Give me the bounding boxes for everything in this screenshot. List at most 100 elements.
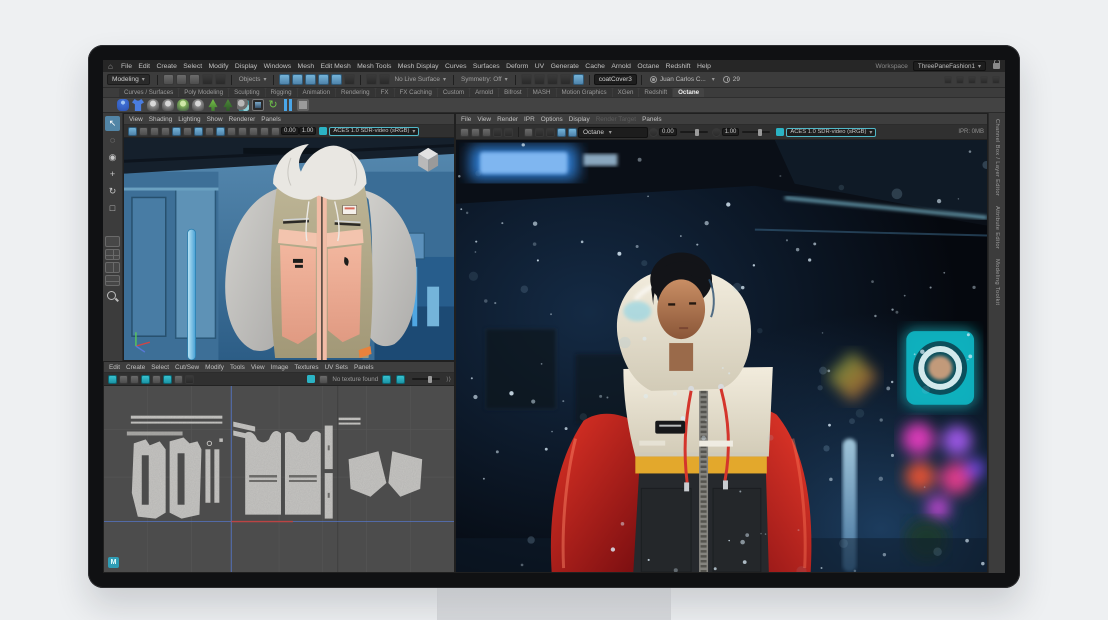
render-1to1-icon[interactable] — [546, 128, 555, 137]
menu-mesh-tools[interactable]: Mesh Tools — [354, 63, 395, 70]
shelf-tab-fx-caching[interactable]: FX Caching — [395, 88, 437, 97]
lasso-select-tool-icon[interactable]: ◌ — [105, 133, 120, 148]
shelf-tab-animation[interactable]: Animation — [298, 88, 336, 97]
menu-mesh-display[interactable]: Mesh Display — [395, 63, 442, 70]
toggle-outliner-icon[interactable] — [980, 76, 988, 84]
render-clear-icon[interactable] — [504, 128, 513, 137]
scale-tool-icon[interactable]: □ — [105, 201, 120, 216]
render-gear-icon[interactable] — [649, 128, 658, 137]
shadows-icon[interactable] — [249, 127, 258, 136]
viewport-menu-renderer[interactable]: Renderer — [229, 116, 256, 123]
shelf-tab-octane[interactable]: Octane — [673, 88, 704, 97]
uv-menu-image[interactable]: Image — [271, 364, 289, 371]
menu-file[interactable]: File — [118, 63, 135, 70]
paint-select-tool-icon[interactable]: ◉ — [105, 150, 120, 165]
account-menu[interactable]: Juan Carlos C... — [650, 76, 715, 83]
toggle-channelbox-icon[interactable] — [944, 76, 952, 84]
uv-menu-select[interactable]: Select — [151, 364, 169, 371]
menu-deform[interactable]: Deform — [503, 63, 532, 70]
uv-menu-cut-sew[interactable]: Cut/Sew — [175, 364, 199, 371]
symmetry-selector[interactable]: Symmetry: Off — [461, 76, 508, 83]
live-surface-indicator[interactable]: No Live Surface — [394, 76, 445, 83]
snap-curve-icon[interactable] — [292, 74, 303, 85]
snap-point-icon[interactable] — [305, 74, 316, 85]
shelf-tab-custom[interactable]: Custom — [438, 88, 469, 97]
colormgmt-checkbox-icon[interactable] — [319, 127, 327, 135]
select-camera-icon[interactable] — [128, 127, 137, 136]
open-scene-icon[interactable] — [176, 74, 187, 85]
render-exposure-field[interactable]: 0.00 — [659, 128, 677, 136]
shelf-tab-bifrost[interactable]: Bifrost — [499, 88, 527, 97]
2d-pan-zoom-icon[interactable] — [183, 127, 192, 136]
menu-modify[interactable]: Modify — [205, 63, 231, 70]
renderer-selector[interactable]: Octane — [578, 127, 648, 138]
scatter-tree-icon[interactable] — [222, 99, 234, 111]
render-view-transform-selector[interactable]: ACES 1.0 SDR-video (sRGB) — [786, 128, 876, 137]
uv-menu-tools[interactable]: Tools — [230, 364, 245, 371]
refresh-render-icon[interactable]: ↻ — [267, 99, 279, 111]
snap-surface-icon[interactable] — [331, 74, 342, 85]
render-region-icon[interactable] — [297, 99, 309, 111]
sidebar-tab-channel-box-layer-editor[interactable]: Channel Box / Layer Editor — [994, 119, 1000, 196]
menu-edit[interactable]: Edit — [135, 63, 153, 70]
select-tool-icon[interactable]: ↖ — [105, 116, 120, 131]
uv-menu-view[interactable]: View — [251, 364, 265, 371]
render-open-icon[interactable] — [482, 128, 491, 137]
menu-display[interactable]: Display — [232, 63, 261, 70]
open-render-view-icon[interactable] — [379, 74, 390, 85]
menu-redshift[interactable]: Redshift — [662, 63, 693, 70]
menu-curves[interactable]: Curves — [442, 63, 470, 70]
uv-texture-swatch-icon[interactable] — [319, 375, 328, 384]
lock-camera-icon[interactable] — [139, 127, 148, 136]
menu-select[interactable]: Select — [180, 63, 205, 70]
viewport-render-icon[interactable] — [573, 74, 584, 85]
menu-edit-mesh[interactable]: Edit Mesh — [317, 63, 354, 70]
isolate-select-icon[interactable] — [194, 127, 203, 136]
uv-checker-icon[interactable] — [382, 375, 391, 384]
render-menu[interactable]: File — [461, 116, 471, 123]
workspace-selector[interactable]: ThreePaneFashion1 — [913, 61, 986, 71]
uv-rotate-icon[interactable] — [130, 375, 139, 384]
render-start-icon[interactable] — [524, 128, 533, 137]
hypershade-icon[interactable] — [560, 74, 571, 85]
wireframe-icon[interactable] — [205, 127, 214, 136]
vegetation-icon[interactable] — [207, 99, 219, 111]
undo-icon[interactable] — [202, 74, 213, 85]
shelf-tab-curves-surfaces[interactable]: Curves / Surfaces — [119, 88, 178, 97]
menu-generate[interactable]: Generate — [547, 63, 582, 70]
menu-uv[interactable]: UV — [532, 63, 548, 70]
move-tool-icon[interactable]: + — [105, 167, 120, 182]
view-transform-selector[interactable]: ACES 1.0 SDR-video (sRGB) — [329, 127, 419, 136]
menu-windows[interactable]: Windows — [260, 63, 294, 70]
render-contrast-icon[interactable] — [712, 128, 721, 137]
ipr-render-icon[interactable] — [534, 74, 545, 85]
render-save-icon[interactable] — [460, 128, 469, 137]
save-scene-icon[interactable] — [189, 74, 200, 85]
light-spot-icon[interactable] — [177, 99, 189, 111]
layout-four-pane-icon[interactable] — [105, 249, 120, 260]
uv-menu-create[interactable]: Create — [126, 364, 145, 371]
render-menu[interactable]: Render — [497, 116, 518, 123]
viewport-menu-panels[interactable]: Panels — [261, 116, 281, 123]
sidebar-tab-attribute-editor[interactable]: Attribute Editor — [994, 206, 1000, 249]
render-menu[interactable]: IPR — [524, 116, 535, 123]
render-colormgmt-checkbox-icon[interactable] — [776, 128, 784, 136]
rotate-tool-icon[interactable]: ↻ — [105, 184, 120, 199]
layout-single-pane-icon[interactable] — [105, 236, 120, 247]
workspace-lock-icon[interactable] — [993, 63, 1000, 69]
menu-cache[interactable]: Cache — [582, 63, 608, 70]
render-gamma-slider[interactable] — [742, 131, 770, 133]
light-dome-icon[interactable] — [162, 99, 174, 111]
uv-distortion-icon[interactable] — [396, 375, 405, 384]
menu-octane[interactable]: Octane — [634, 63, 662, 70]
render-canvas[interactable] — [456, 140, 987, 572]
maya-home-icon[interactable]: ⌂ — [108, 62, 113, 71]
uv-pin-icon[interactable] — [152, 375, 161, 384]
material-gears-icon[interactable] — [237, 99, 249, 111]
uv-menu-edit[interactable]: Edit — [109, 364, 120, 371]
render-menu[interactable]: Panels — [642, 116, 662, 123]
render-settings-icon[interactable] — [547, 74, 558, 85]
render-snapshot-icon[interactable] — [471, 128, 480, 137]
construction-history-icon[interactable] — [366, 74, 377, 85]
render-compare-icon[interactable] — [493, 128, 502, 137]
